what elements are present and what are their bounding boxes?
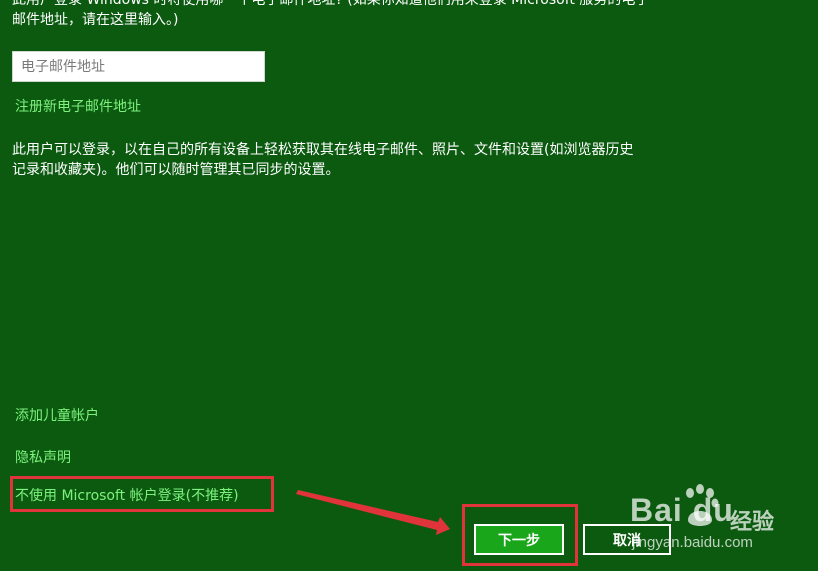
watermark-url: jingyan.baidu.com: [632, 534, 753, 551]
watermark-jingyan: 经验: [730, 510, 775, 535]
next-button[interactable]: 下一步: [474, 524, 564, 555]
paw-icon: [686, 484, 719, 526]
baidu-watermark: Bai du 经验 jingyan.baidu.com: [630, 482, 818, 571]
